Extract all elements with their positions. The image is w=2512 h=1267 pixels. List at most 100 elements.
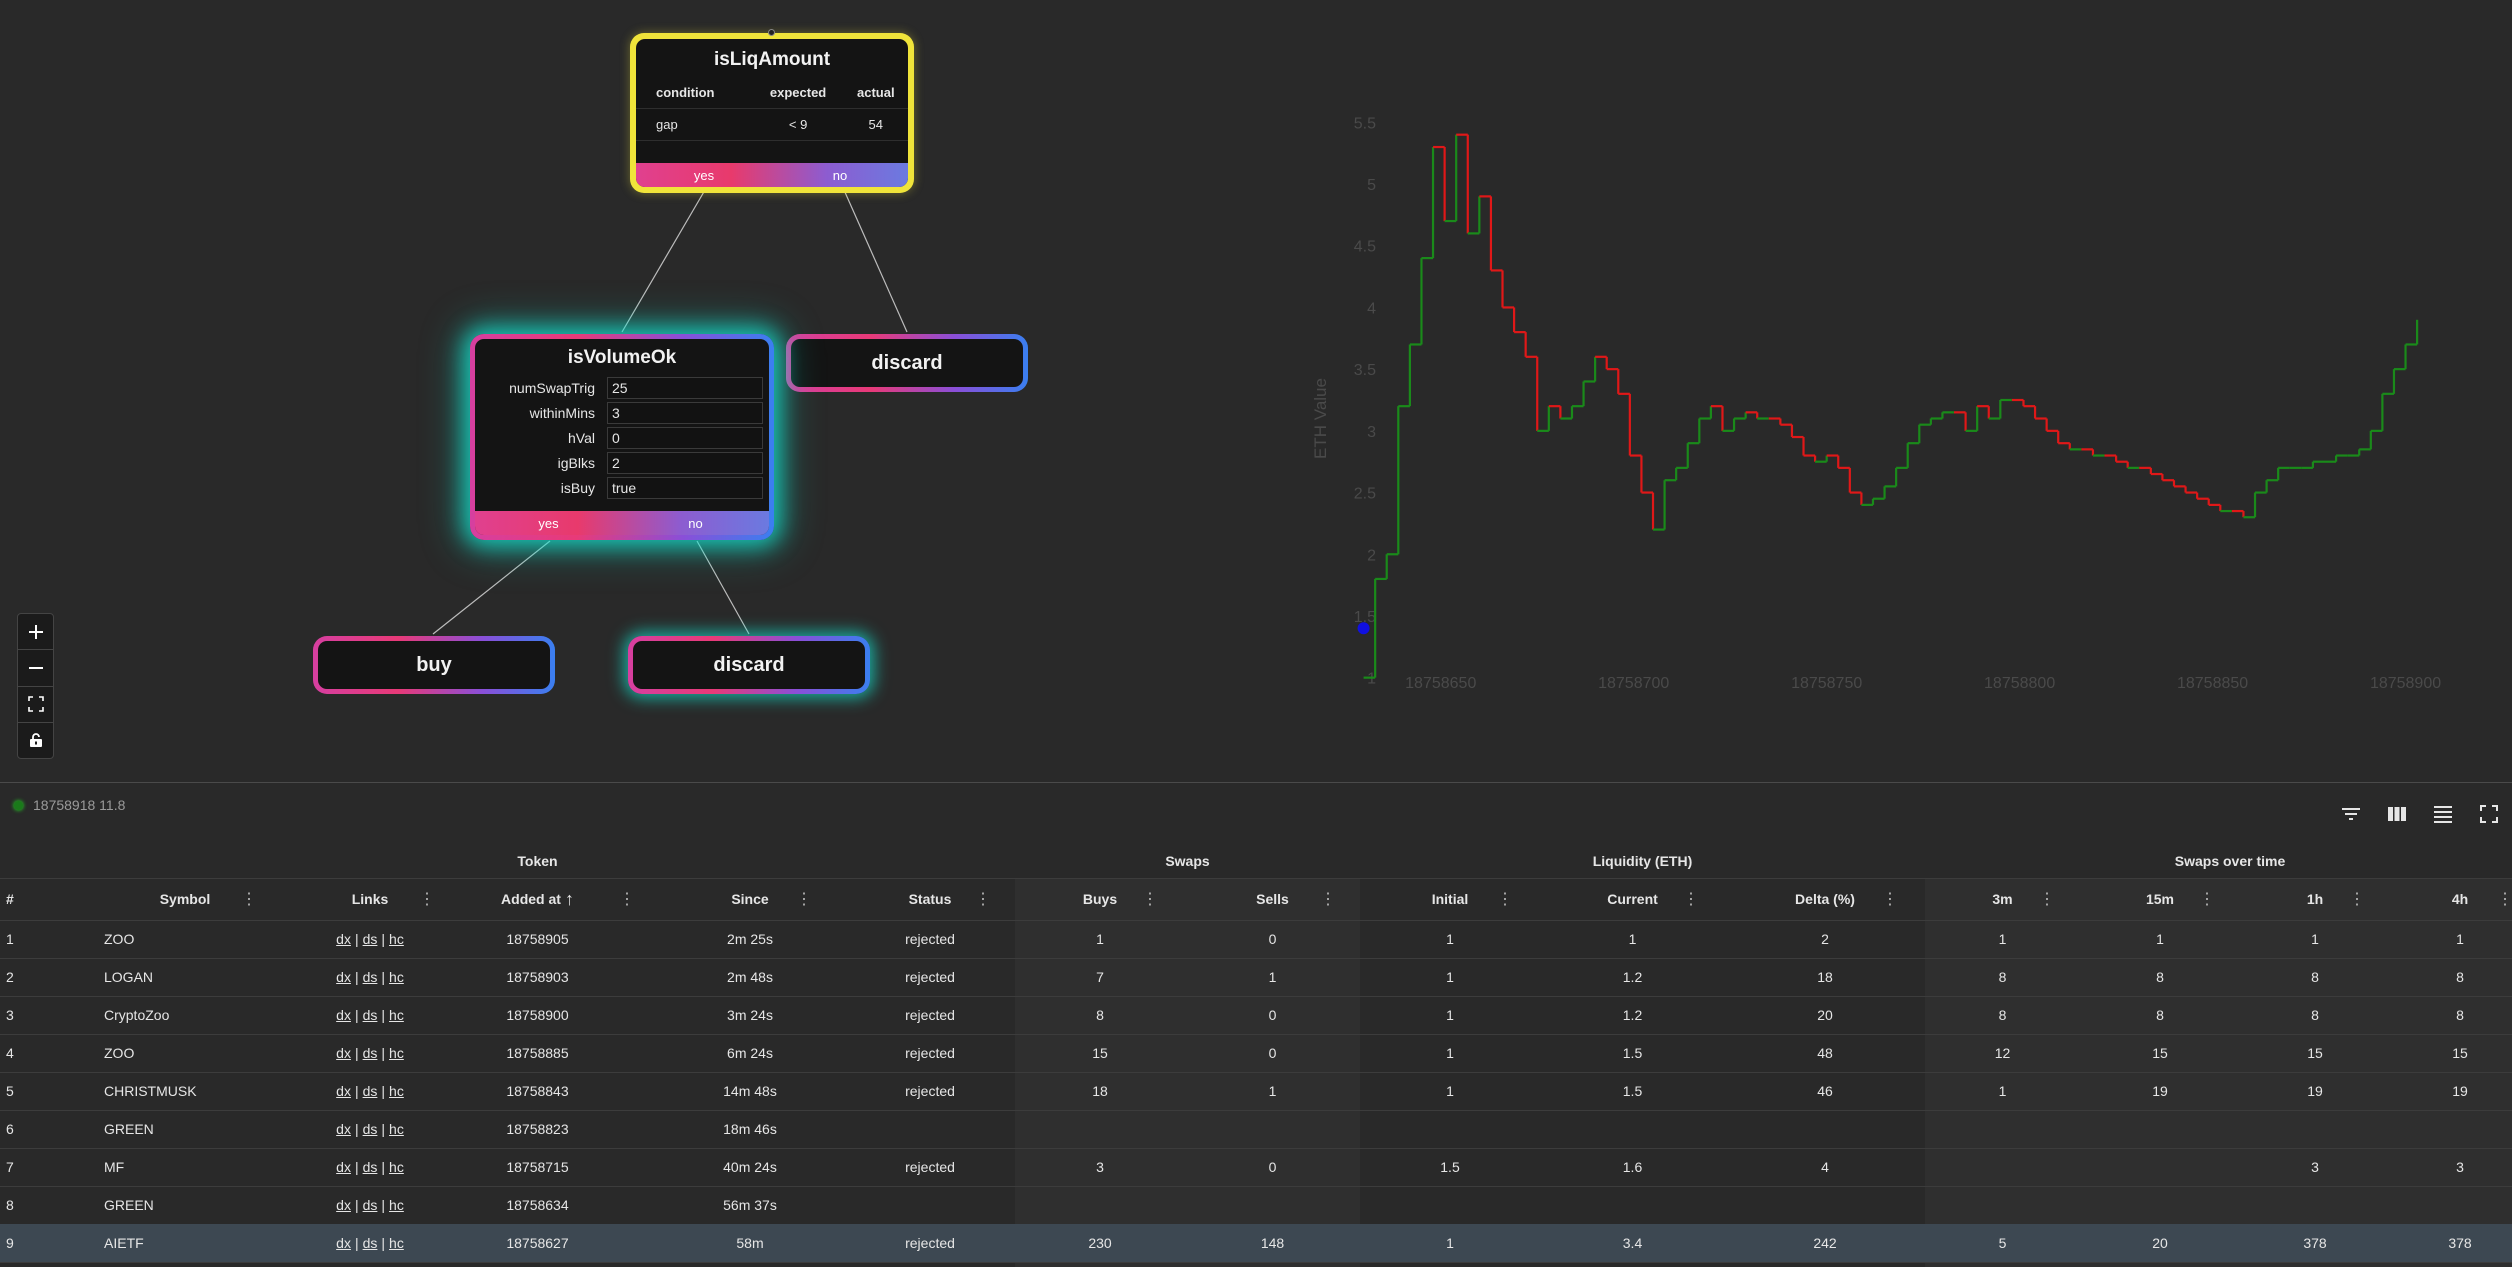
param-input[interactable]: 25 — [607, 376, 763, 399]
column-menu-icon[interactable]: ⋮ — [241, 878, 257, 920]
link-dx[interactable]: dx — [336, 1045, 351, 1061]
table-row[interactable]: 1 ZOO dx | ds | hc 18758905 2m 25s rejected 1 0 1 1 2 1… — [0, 920, 2512, 958]
link-hc[interactable]: hc — [389, 1007, 404, 1023]
column-header-initial[interactable]: Initial — [1360, 878, 1540, 920]
link-hc[interactable]: hc — [389, 1083, 404, 1099]
zoom-out-button[interactable] — [18, 650, 53, 687]
column-header-symbol[interactable]: Symbol — [60, 878, 310, 920]
table-row[interactable]: 9 AIETF dx | ds | hc 18758627 58m rejected 230 148 1… — [0, 1224, 2512, 1262]
cell-symbol: CHRISTMUSK — [104, 1083, 197, 1099]
table-row[interactable]: 7 MF dx | ds | hc 18758715 40m 24s rejected 3 0 1.5 1… — [0, 1148, 2512, 1186]
column-header-added-at[interactable]: Added at ↑ — [450, 878, 625, 920]
fit-view-button[interactable] — [18, 687, 53, 723]
table-row[interactable]: 3 CryptoZoo dx | ds | hc 18758900 3m 24s rejected… — [0, 996, 2512, 1034]
column-header-1h[interactable]: 1h — [2240, 878, 2390, 920]
table-row[interactable]: 2 LOGAN dx | ds | hc 18758903 2m 48s rejected 7 1 1 1… — [0, 958, 2512, 996]
link-hc[interactable]: hc — [389, 1159, 404, 1175]
link-dx[interactable]: dx — [336, 1235, 351, 1251]
x-tick-label: 18758700 — [1598, 675, 1669, 692]
column-header-3m[interactable]: 3m — [1925, 878, 2080, 920]
column-header-15m[interactable]: 15m — [2080, 878, 2240, 920]
column-menu-icon[interactable]: ⋮ — [419, 878, 435, 920]
link-ds[interactable]: ds — [363, 969, 378, 985]
no-handle[interactable]: no — [622, 511, 769, 535]
price-chart[interactable]: ETH Value5.554.543.532.521.51 18758650 187… — [1300, 90, 2500, 710]
param-input[interactable]: 0 — [607, 426, 763, 449]
cell-3m — [1925, 1110, 2080, 1148]
node-isvolumeok[interactable]: isVolumeOk numSwapTrig 25 withinMins 3 h… — [470, 334, 774, 540]
link-dx[interactable]: dx — [336, 1197, 351, 1213]
column-menu-icon[interactable]: ⋮ — [1497, 878, 1513, 920]
table-row[interactable]: 6 GREEN dx | ds | hc 18758823 18m 46s — [0, 1110, 2512, 1148]
no-handle[interactable]: no — [772, 163, 908, 187]
link-dx[interactable]: dx — [336, 1121, 351, 1137]
link-hc[interactable]: hc — [389, 931, 404, 947]
link-ds[interactable]: ds — [363, 1197, 378, 1213]
column-menu-icon[interactable]: ⋮ — [1882, 878, 1898, 920]
column-menu-icon[interactable]: ⋮ — [2039, 878, 2055, 920]
zoom-in-button[interactable] — [18, 614, 53, 651]
column-menu-icon[interactable]: ⋮ — [796, 878, 812, 920]
cell-current: 1 — [1628, 931, 1637, 947]
column-header-4h[interactable]: 4h — [2390, 878, 2512, 920]
fullscreen-button[interactable] — [2466, 798, 2512, 830]
column-header-since[interactable]: Since — [655, 878, 845, 920]
link-hc[interactable]: hc — [389, 1121, 404, 1137]
column-menu-icon[interactable]: ⋮ — [2349, 878, 2365, 920]
link-hc[interactable]: hc — [389, 1235, 404, 1251]
cell-status: rejected — [905, 1007, 955, 1023]
sort-ascending-icon[interactable]: ↑ — [565, 889, 574, 910]
link-ds[interactable]: ds — [363, 1007, 378, 1023]
link-dx[interactable]: dx — [336, 1083, 351, 1099]
link-hc[interactable]: hc — [389, 1197, 404, 1213]
link-dx[interactable]: dx — [336, 931, 351, 947]
link-dx[interactable]: dx — [336, 1159, 351, 1175]
filter-button[interactable] — [2328, 798, 2374, 830]
column-menu-icon[interactable]: ⋮ — [1320, 878, 1336, 920]
cell-4h: 8 — [2456, 1007, 2464, 1023]
link-ds[interactable]: ds — [363, 1045, 378, 1061]
panel-divider[interactable] — [0, 782, 2512, 783]
col-condition: condition — [636, 77, 753, 109]
column-header-links[interactable]: Links — [310, 878, 430, 920]
column-header-buys[interactable]: Buys — [1015, 878, 1185, 920]
link-dx[interactable]: dx — [336, 1007, 351, 1023]
column-header-[interactable]: # — [6, 878, 66, 920]
column-menu-icon[interactable]: ⋮ — [975, 878, 991, 920]
column-menu-icon[interactable]: ⋮ — [1142, 878, 1158, 920]
cell-initial — [1360, 1110, 1540, 1148]
node-discard-top[interactable]: discard — [786, 334, 1028, 392]
link-ds[interactable]: ds — [363, 1083, 378, 1099]
column-menu-icon[interactable]: ⋮ — [2199, 878, 2215, 920]
node-buy[interactable]: buy — [313, 636, 555, 694]
param-hval: hVal 0 — [475, 425, 769, 450]
input-handle[interactable] — [768, 29, 775, 36]
table-row[interactable]: 8 GREEN dx | ds | hc 18758634 56m 37s — [0, 1186, 2512, 1224]
yes-handle[interactable]: yes — [636, 163, 772, 187]
node-discard-bottom[interactable]: discard — [628, 636, 870, 694]
yes-handle[interactable]: yes — [475, 511, 622, 535]
param-input[interactable]: true — [607, 476, 763, 499]
link-ds[interactable]: ds — [363, 931, 378, 947]
param-input[interactable]: 3 — [607, 401, 763, 424]
decision-flow-canvas[interactable]: isLiqAmount condition expected actual ga… — [0, 0, 1240, 780]
link-hc[interactable]: hc — [389, 1045, 404, 1061]
link-separator: | — [381, 1121, 386, 1137]
link-ds[interactable]: ds — [363, 1121, 378, 1137]
link-ds[interactable]: ds — [363, 1235, 378, 1251]
density-button[interactable] — [2420, 798, 2466, 830]
table-row[interactable]: 5 CHRISTMUSK dx | ds | hc 18758843 14m 48s reject… — [0, 1072, 2512, 1110]
cell-added-at: 18758627 — [506, 1235, 569, 1251]
table-row[interactable]: 4 ZOO dx | ds | hc 18758885 6m 24s rejected 15 0 1 1.… — [0, 1034, 2512, 1072]
param-input[interactable]: 2 — [607, 451, 763, 474]
link-dx[interactable]: dx — [336, 969, 351, 985]
column-menu-icon[interactable]: ⋮ — [2497, 878, 2512, 920]
columns-button[interactable] — [2374, 798, 2420, 830]
node-isliqamount[interactable]: isLiqAmount condition expected actual ga… — [630, 29, 914, 193]
lock-button[interactable] — [18, 723, 53, 758]
column-menu-icon[interactable]: ⋮ — [619, 878, 635, 920]
link-ds[interactable]: ds — [363, 1159, 378, 1175]
column-menu-icon[interactable]: ⋮ — [1683, 878, 1699, 920]
link-hc[interactable]: hc — [389, 969, 404, 985]
column-header-label: Symbol — [159, 891, 211, 907]
